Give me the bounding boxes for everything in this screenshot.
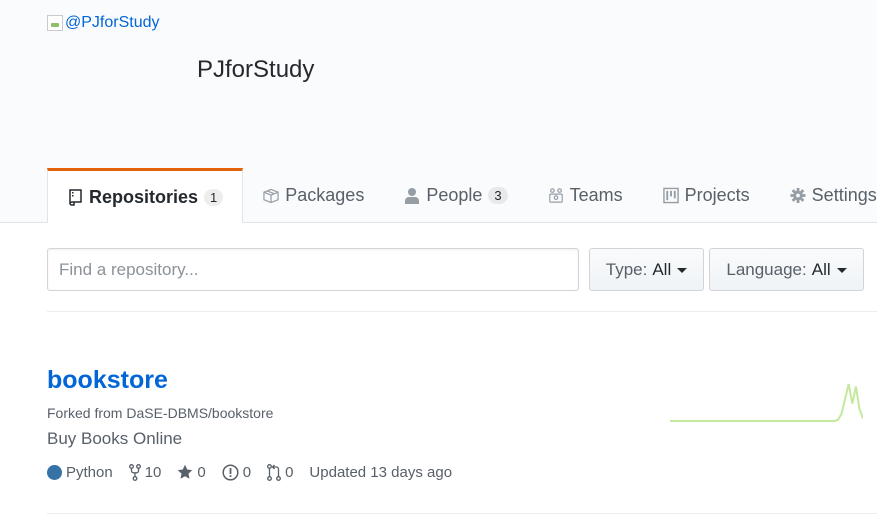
- gear-icon: [790, 187, 806, 203]
- tab-label: Teams: [569, 184, 623, 205]
- language-filter-label: Language:: [726, 259, 807, 279]
- teams-icon: [548, 187, 564, 203]
- type-filter-button[interactable]: Type: All: [589, 248, 704, 291]
- tab-label: Settings: [811, 184, 877, 205]
- tab-settings[interactable]: Settings: [770, 168, 877, 222]
- type-filter-value: All: [652, 259, 672, 279]
- issue-icon: [222, 463, 239, 481]
- caret-down-icon: [677, 268, 688, 273]
- sparkline-path: [670, 383, 863, 422]
- tab-repositories[interactable]: Repositories 1: [47, 168, 244, 223]
- tab-label: Projects: [684, 184, 750, 205]
- fork-icon: [128, 463, 141, 481]
- activity-sparkline: [670, 383, 863, 422]
- person-icon: [404, 187, 420, 204]
- tab-teams[interactable]: Teams: [528, 168, 643, 222]
- caret-down-icon: [836, 268, 847, 273]
- tab-label: Repositories: [89, 186, 199, 207]
- forks-count: 10: [144, 463, 162, 481]
- issues-count: 0: [242, 463, 252, 481]
- star-icon: [178, 464, 193, 479]
- issues-link[interactable]: 0: [222, 464, 251, 481]
- forks-link[interactable]: 10: [128, 463, 162, 481]
- tab-label: Packages: [285, 184, 365, 205]
- stars-count: 0: [197, 463, 206, 481]
- list-divider: [47, 513, 877, 514]
- repo-count-badge: 1: [204, 188, 224, 206]
- updated-time: Updated 13 days ago: [309, 463, 453, 481]
- tab-people[interactable]: People 3: [384, 168, 527, 222]
- language-name: Python: [66, 463, 113, 481]
- org-avatar-link[interactable]: @PJforStudy: [47, 13, 160, 33]
- forked-from-line: Forked from DaSE-DBMS/bookstore: [47, 405, 273, 421]
- repo-search-input[interactable]: [47, 248, 579, 291]
- language-color-dot: [47, 464, 62, 480]
- people-count-badge: 3: [488, 186, 508, 204]
- pull-requests-link[interactable]: 0: [267, 464, 293, 481]
- tab-projects[interactable]: Projects: [643, 168, 770, 222]
- repo-language: Python: [47, 464, 113, 481]
- forked-from-link[interactable]: DaSE-DBMS/bookstore: [126, 405, 273, 421]
- tab-packages[interactable]: Packages: [243, 168, 384, 222]
- language-filter-button[interactable]: Language: All: [709, 248, 864, 291]
- pull-request-icon: [267, 463, 282, 481]
- repo-icon: [67, 188, 83, 206]
- repo-description: Buy Books Online: [47, 429, 183, 448]
- pull-requests-count: 0: [285, 463, 294, 481]
- project-icon: [662, 187, 679, 203]
- repo-meta: Python 10 0 0 0 Updated 13 days ago: [47, 462, 468, 482]
- package-icon: [263, 187, 279, 203]
- stars-link[interactable]: 0: [177, 463, 206, 481]
- forked-prefix: Forked from: [47, 405, 127, 421]
- repo-name-link[interactable]: bookstore: [47, 366, 168, 395]
- org-name: PJforStudy: [197, 56, 315, 83]
- org-avatar-alt: @PJforStudy: [65, 14, 160, 31]
- list-divider: [47, 311, 877, 312]
- type-filter-label: Type:: [605, 259, 648, 279]
- language-filter-value: All: [811, 259, 831, 279]
- tab-label: People: [426, 184, 483, 205]
- org-tabs: Repositories 1 Packages People 3 Teams P…: [47, 168, 877, 223]
- broken-image-icon: [47, 15, 63, 31]
